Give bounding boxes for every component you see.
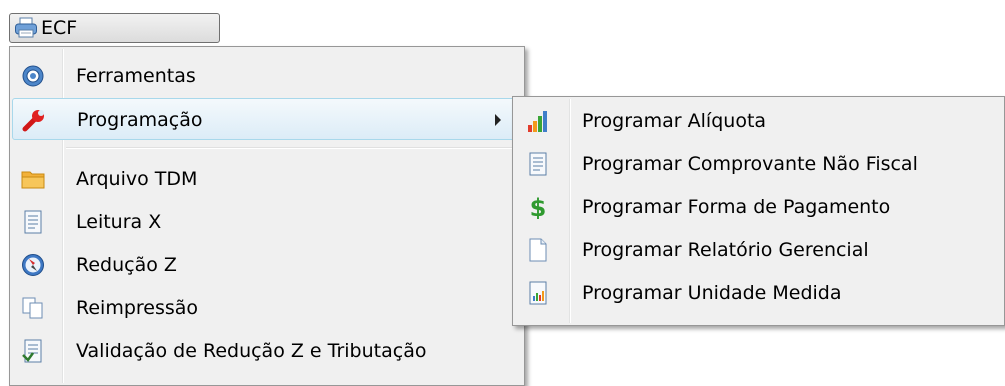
ecf-dropdown-menu: Ferramentas Programação Arquivo TDM Leit… bbox=[9, 46, 525, 386]
menu-item-ferramentas[interactable]: Ferramentas bbox=[12, 55, 522, 97]
document-icon bbox=[529, 152, 547, 176]
menu-item-reducao-z[interactable]: Redução Z bbox=[12, 244, 522, 286]
submenu-item-label: Programar Alíquota bbox=[582, 110, 767, 132]
document-check-icon bbox=[22, 339, 42, 363]
ecf-menu-button[interactable]: ECF bbox=[9, 13, 220, 43]
menu-item-label: Arquivo TDM bbox=[76, 168, 198, 190]
menu-item-label: Redução Z bbox=[76, 254, 177, 276]
menu-item-reimpressao[interactable]: Reimpressão bbox=[12, 287, 522, 329]
menu-item-arquivo-tdm[interactable]: Arquivo TDM bbox=[12, 158, 522, 200]
menu-item-label: Programação bbox=[77, 109, 203, 131]
submenu-item-programar-unidade[interactable]: Programar Unidade Medida bbox=[515, 272, 1002, 314]
compass-icon bbox=[22, 254, 44, 276]
submenu-item-programar-forma-pagamento[interactable]: $ Programar Forma de Pagamento bbox=[515, 186, 1002, 228]
svg-text:$: $ bbox=[530, 195, 547, 219]
folder-icon bbox=[21, 171, 45, 189]
submenu-item-label: Programar Forma de Pagamento bbox=[582, 196, 891, 218]
document-icon bbox=[24, 210, 42, 234]
printer-icon bbox=[15, 17, 37, 38]
bar-chart-icon bbox=[528, 111, 547, 132]
submenu-item-label: Programar Relatório Gerencial bbox=[582, 239, 869, 261]
gear-icon bbox=[22, 65, 44, 87]
submenu-arrow-icon bbox=[495, 114, 501, 126]
submenu-item-label: Programar Comprovante Não Fiscal bbox=[582, 153, 918, 175]
menu-item-label: Leitura X bbox=[76, 211, 162, 233]
menu-item-label: Validação de Redução Z e Tributação bbox=[76, 340, 427, 362]
menu-item-leitura-x[interactable]: Leitura X bbox=[12, 201, 522, 243]
ecf-menu-label: ECF bbox=[41, 17, 78, 39]
submenu-item-label: Programar Unidade Medida bbox=[582, 282, 842, 304]
menu-item-label: Reimpressão bbox=[76, 297, 199, 319]
menu-item-programacao[interactable]: Programação bbox=[12, 98, 522, 140]
submenu-item-programar-aliquota[interactable]: Programar Alíquota bbox=[515, 100, 1002, 142]
dollar-icon: $ bbox=[530, 195, 547, 219]
report-icon bbox=[529, 281, 547, 305]
blank-page-icon bbox=[529, 238, 547, 262]
wrench-icon bbox=[22, 110, 44, 132]
programacao-submenu: Programar Alíquota Programar Comprovante… bbox=[512, 96, 1005, 326]
submenu-item-programar-comprovante[interactable]: Programar Comprovante Não Fiscal bbox=[515, 143, 1002, 185]
menu-item-label: Ferramentas bbox=[76, 65, 196, 87]
submenu-item-programar-relatorio[interactable]: Programar Relatório Gerencial bbox=[515, 229, 1002, 271]
copy-icon bbox=[22, 297, 43, 319]
menu-separator bbox=[66, 147, 520, 149]
menu-item-validacao-reducao-z[interactable]: Validação de Redução Z e Tributação bbox=[12, 330, 522, 372]
